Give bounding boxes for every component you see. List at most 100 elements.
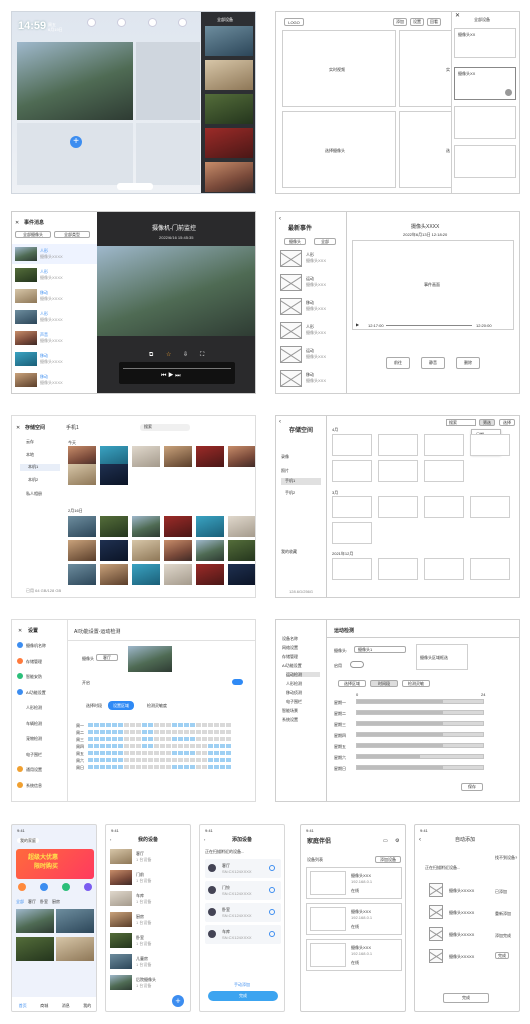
schedule-cell[interactable]	[88, 751, 93, 755]
schedule-cell[interactable]	[112, 751, 117, 755]
schedule-cell[interactable]	[226, 723, 231, 727]
light-icon[interactable]	[62, 883, 70, 891]
time-slider[interactable]	[356, 743, 484, 748]
schedule-cell[interactable]	[112, 758, 117, 762]
live-tile-1[interactable]	[17, 42, 133, 120]
nav-item[interactable]: 网络设置	[282, 645, 298, 650]
photo-thumb[interactable]	[228, 564, 255, 585]
schedule-cell[interactable]	[106, 744, 111, 748]
schedule-cell[interactable]	[166, 730, 171, 734]
nav-item[interactable]: 宠物检测	[26, 736, 42, 741]
device-name[interactable]: 卧室	[136, 935, 144, 940]
schedule-cell[interactable]	[142, 723, 147, 727]
schedule-cell[interactable]	[190, 765, 195, 769]
device-card[interactable]: 摄像头XX	[454, 67, 516, 100]
device-card[interactable]: 摄像头XX	[454, 28, 516, 58]
nav-cloud[interactable]: 云存	[26, 439, 34, 444]
nav-item[interactable]: 电子围栏	[286, 699, 302, 704]
add-button[interactable]: 添加	[393, 18, 407, 26]
help-link[interactable]: 找不到设备?	[495, 855, 517, 860]
schedule-cell[interactable]	[142, 737, 147, 741]
event-thumb[interactable]	[280, 274, 302, 291]
nav-item[interactable]: 智能安防	[26, 674, 42, 679]
photo-thumb[interactable]	[68, 564, 96, 585]
device-name[interactable]: 车库	[136, 893, 144, 898]
nav-item[interactable]: 系统信息	[26, 783, 42, 788]
photo-thumb[interactable]	[196, 564, 224, 585]
camera-select[interactable]: 客厅	[96, 654, 118, 661]
schedule-cell[interactable]	[88, 758, 93, 762]
time-slider[interactable]	[356, 754, 484, 759]
schedule-cell[interactable]	[106, 751, 111, 755]
device-name[interactable]: 门前	[136, 872, 144, 877]
schedule-cell[interactable]	[94, 744, 99, 748]
photo-thumb[interactable]	[100, 540, 128, 561]
schedule-cell[interactable]	[178, 730, 183, 734]
timeline[interactable]	[123, 368, 231, 369]
device-card[interactable]	[454, 145, 516, 178]
schedule-cell[interactable]	[112, 765, 117, 769]
schedule-cell[interactable]	[112, 730, 117, 734]
schedule-cell[interactable]	[124, 730, 129, 734]
schedule-cell[interactable]	[160, 723, 165, 727]
schedule-cell[interactable]	[112, 744, 117, 748]
add-device-button[interactable]: 添加设备	[375, 856, 401, 863]
schedule-cell[interactable]	[118, 744, 123, 748]
video-frame[interactable]	[97, 246, 255, 336]
lock-icon[interactable]	[40, 883, 48, 891]
schedule-cell[interactable]	[94, 730, 99, 734]
schedule-cell[interactable]	[94, 737, 99, 741]
schedule-cell[interactable]	[202, 765, 207, 769]
type-select[interactable]: 全部	[314, 238, 336, 245]
schedule-cell[interactable]	[112, 737, 117, 741]
nav-item[interactable]: 车辆检测	[26, 721, 42, 726]
photo-thumb[interactable]	[196, 540, 224, 561]
download-icon[interactable]: ⇩	[183, 352, 188, 359]
save-button[interactable]: 保存	[461, 783, 483, 791]
add-camera-icon[interactable]: +	[70, 136, 82, 148]
photo-thumb[interactable]	[132, 540, 160, 561]
schedule-cell[interactable]	[142, 758, 147, 762]
media-slot[interactable]	[332, 434, 372, 456]
schedule-cell[interactable]	[130, 765, 135, 769]
schedule-cell[interactable]	[220, 765, 225, 769]
schedule-cell[interactable]	[112, 723, 117, 727]
schedule-cell[interactable]	[124, 765, 129, 769]
schedule-cell[interactable]	[148, 730, 153, 734]
schedule-cell[interactable]	[100, 751, 105, 755]
play-icon[interactable]: ▶	[356, 322, 359, 327]
schedule-cell[interactable]	[196, 723, 201, 727]
schedule-cell[interactable]	[178, 737, 183, 741]
schedule-cell[interactable]	[178, 758, 183, 762]
schedule-cell[interactable]	[118, 723, 123, 727]
settings-icon[interactable]	[177, 18, 187, 27]
photo-thumb[interactable]	[228, 516, 255, 537]
schedule-cell[interactable]	[214, 737, 219, 741]
select-icon[interactable]	[269, 931, 275, 937]
nav-phone2[interactable]: 手机2	[285, 490, 295, 495]
device-thumb[interactable]	[110, 933, 132, 948]
tab-time[interactable]: 时间段	[370, 680, 398, 687]
schedule-cell[interactable]	[130, 730, 135, 734]
back-icon[interactable]: ‹	[279, 419, 281, 426]
playback-button[interactable]: 回看	[427, 18, 441, 26]
camera-icon[interactable]	[18, 883, 26, 891]
search-input[interactable]: 搜索	[140, 424, 190, 431]
schedule-cell[interactable]	[184, 744, 189, 748]
photo-thumb[interactable]	[196, 446, 224, 467]
schedule-cell[interactable]	[118, 730, 123, 734]
goto-button[interactable]: 前往	[386, 357, 410, 369]
schedule-cell[interactable]	[196, 765, 201, 769]
delete-button[interactable]: 删除	[456, 357, 480, 369]
schedule-cell[interactable]	[148, 758, 153, 762]
schedule-cell[interactable]	[178, 723, 183, 727]
schedule-cell[interactable]	[166, 751, 171, 755]
schedule-cell[interactable]	[178, 765, 183, 769]
media-slot[interactable]	[378, 558, 418, 580]
mute-button[interactable]: 静音	[421, 357, 445, 369]
schedule-cell[interactable]	[226, 758, 231, 762]
schedule-cell[interactable]	[142, 765, 147, 769]
schedule-cell[interactable]	[100, 765, 105, 769]
schedule-cell[interactable]	[118, 751, 123, 755]
tab-area[interactable]: 设置区域	[108, 701, 134, 710]
